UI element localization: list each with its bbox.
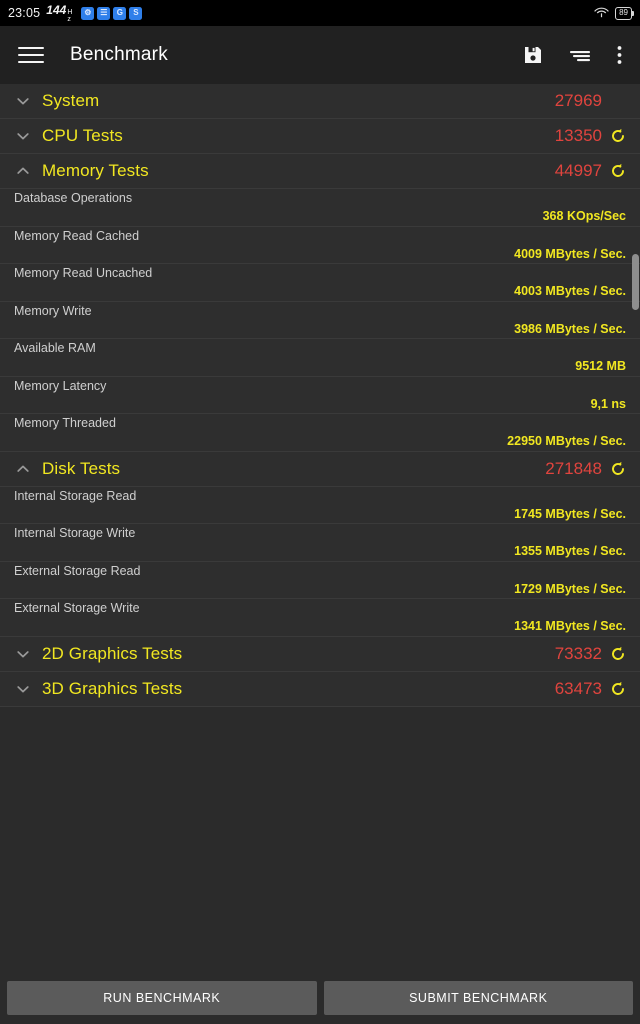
hamburger-menu-icon[interactable] (14, 38, 48, 72)
category-label: 3D Graphics Tests (42, 678, 183, 698)
test-name: Memory Threaded (14, 416, 116, 430)
test-value: 368 KOps/Sec (542, 209, 626, 223)
submit-benchmark-button[interactable]: SUBMIT BENCHMARK (323, 980, 633, 1015)
benchmark-app-screen: 23:05 144 H z ⚙ ☰ G S 89 Benchmark Syste… (0, 0, 640, 1024)
category-label: System (42, 91, 100, 110)
refresh-icon[interactable] (610, 681, 626, 697)
test-result-row[interactable]: Internal Storage Read 1745 MBytes / Sec. (0, 486, 640, 524)
fps-unit: H z (67, 9, 73, 23)
category-score: 44997 (554, 161, 602, 180)
category-row[interactable]: System 27969 (0, 84, 640, 119)
chevron-up-icon[interactable] (10, 461, 36, 477)
test-value: 9,1 ns (590, 396, 626, 411)
wifi-icon (594, 6, 609, 21)
category-score: 271848 (545, 458, 602, 478)
category-label: 2D Graphics Tests (42, 643, 183, 663)
refresh-icon-placeholder (610, 93, 626, 109)
test-value: 3986 MBytes / Sec. (514, 321, 626, 336)
fps-indicator: 144 H z (46, 3, 72, 23)
chevron-down-icon[interactable] (10, 93, 36, 109)
status-bar-right: 89 (594, 6, 634, 21)
skype-icon: S (129, 6, 143, 20)
status-notification-icons: ⚙ ☰ G S (81, 6, 143, 20)
category-score: 63473 (554, 678, 602, 698)
status-bar-left: 23:05 144 H z ⚙ ☰ G S (8, 3, 143, 23)
test-name: External Storage Write (14, 601, 140, 615)
category-right: 73332 (555, 644, 626, 664)
refresh-icon[interactable] (610, 646, 626, 662)
test-name: Internal Storage Write (14, 526, 136, 540)
status-bar: 23:05 144 H z ⚙ ☰ G S 89 (0, 0, 640, 26)
save-icon[interactable] (523, 45, 543, 65)
chevron-down-icon[interactable] (10, 681, 36, 697)
category-score: 13350 (554, 126, 602, 145)
test-value: 4003 MBytes / Sec. (514, 284, 626, 298)
bottom-action-bar: RUN BENCHMARK SUBMIT BENCHMARK (0, 976, 640, 1024)
test-result-row[interactable]: Memory Threaded 22950 MBytes / Sec. (0, 414, 640, 452)
document-icon: ☰ (97, 6, 111, 20)
test-name: Internal Storage Read (14, 488, 137, 503)
refresh-icon[interactable] (610, 163, 626, 179)
category-score: 27969 (554, 91, 602, 110)
category-row[interactable]: CPU Tests 13350 (0, 119, 640, 154)
test-result-row[interactable]: Memory Write 3986 MBytes / Sec. (0, 301, 640, 339)
category-label: CPU Tests (42, 126, 123, 145)
test-result-row[interactable]: Internal Storage Write 1355 MBytes / Sec. (0, 524, 640, 562)
test-value: 22950 MBytes / Sec. (507, 434, 626, 448)
chevron-up-icon[interactable] (10, 163, 36, 179)
category-right: 63473 (555, 679, 626, 699)
benchmark-results-list[interactable]: System 27969 CPU Tests 13350 Memory Tests 449… (0, 84, 640, 976)
category-row[interactable]: Disk Tests 271848 (0, 451, 640, 487)
test-result-row[interactable]: Available RAM 9512 MB (0, 339, 640, 377)
test-result-row[interactable]: Memory Read Cached 4009 MBytes / Sec. (0, 226, 640, 264)
refresh-icon[interactable] (610, 461, 626, 477)
test-result-row[interactable]: External Storage Read 1729 MBytes / Sec. (0, 561, 640, 599)
refresh-icon[interactable] (610, 128, 626, 144)
test-name: External Storage Read (14, 563, 141, 578)
sort-icon[interactable] (569, 47, 591, 63)
category-right: 27969 (555, 91, 626, 111)
test-name: Memory Read Cached (14, 228, 140, 243)
test-result-row[interactable]: External Storage Write 1341 MBytes / Sec. (0, 599, 640, 637)
test-value: 4009 MBytes / Sec. (514, 246, 626, 261)
battery-indicator: 89 (615, 6, 634, 20)
category-row[interactable]: 2D Graphics Tests 73332 (0, 636, 640, 672)
test-value: 9512 MB (575, 359, 626, 373)
test-value: 1729 MBytes / Sec. (514, 581, 626, 596)
chevron-down-icon[interactable] (10, 128, 36, 144)
category-row[interactable]: 3D Graphics Tests 63473 (0, 671, 640, 707)
test-name: Database Operations (14, 191, 133, 205)
fps-value: 144 (46, 3, 67, 17)
page-title: Benchmark (70, 44, 168, 65)
app-bar-actions (523, 45, 626, 65)
chevron-down-icon[interactable] (10, 646, 36, 662)
status-clock: 23:05 (8, 6, 41, 20)
category-right: 271848 (545, 459, 626, 479)
test-value: 1341 MBytes / Sec. (514, 619, 626, 633)
test-result-row[interactable]: Memory Latency 9,1 ns (0, 376, 640, 414)
test-name: Memory Read Uncached (14, 266, 153, 280)
category-right: 13350 (555, 126, 626, 146)
test-value: 1745 MBytes / Sec. (514, 506, 626, 521)
category-label: Disk Tests (42, 458, 121, 478)
category-row[interactable]: Memory Tests 44997 (0, 154, 640, 189)
test-result-row[interactable]: Database Operations 368 KOps/Sec (0, 189, 640, 227)
test-result-row[interactable]: Memory Read Uncached 4003 MBytes / Sec. (0, 264, 640, 302)
scrollbar-thumb[interactable] (632, 254, 639, 310)
test-value: 1355 MBytes / Sec. (514, 544, 626, 558)
category-right: 44997 (555, 161, 626, 181)
run-benchmark-button[interactable]: RUN BENCHMARK (7, 980, 317, 1015)
test-name: Memory Latency (14, 378, 107, 393)
settings-gear-icon: ⚙ (81, 6, 95, 20)
app-bar: Benchmark (0, 26, 640, 84)
overflow-menu-icon[interactable] (617, 45, 622, 65)
category-score: 73332 (554, 643, 602, 663)
google-icon: G (113, 6, 127, 20)
category-label: Memory Tests (42, 161, 149, 180)
test-name: Available RAM (14, 341, 96, 355)
test-name: Memory Write (14, 303, 92, 318)
